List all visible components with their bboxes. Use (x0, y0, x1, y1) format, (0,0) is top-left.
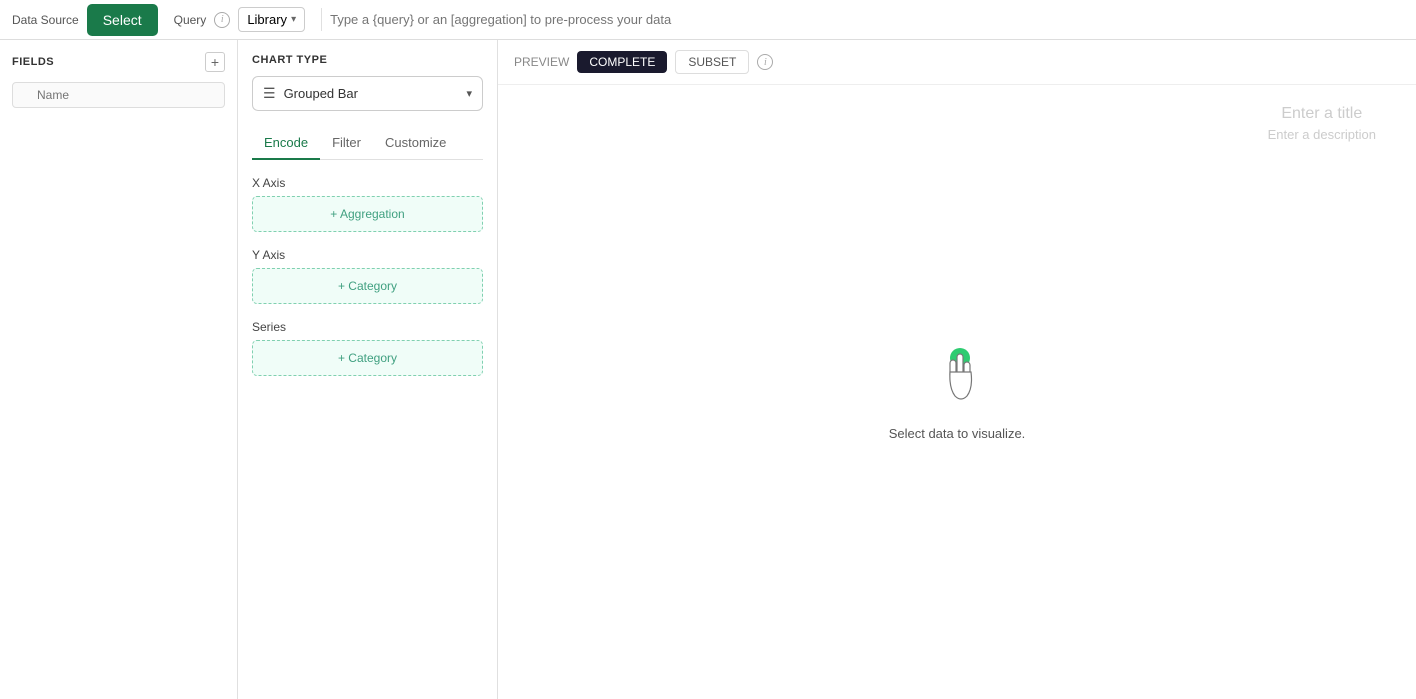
hand-cursor-icon (927, 344, 987, 414)
chart-title[interactable]: Enter a title (1268, 105, 1376, 123)
add-field-button[interactable]: + (205, 52, 225, 72)
main-layout: FIELDS + CHART TYPE ☰ Grouped Bar ▾ Enco… (0, 40, 1416, 699)
query-info-icon: i (214, 12, 230, 28)
library-label: Library (247, 12, 287, 27)
encode-tabs: Encode Filter Customize (252, 127, 483, 160)
y-axis-section: Y Axis + Category (252, 248, 483, 304)
query-input-section (321, 8, 1404, 31)
x-axis-section: X Axis + Aggregation (252, 176, 483, 232)
series-section: Series + Category (252, 320, 483, 376)
complete-button[interactable]: COMPLETE (577, 51, 667, 73)
select-button[interactable]: Select (87, 4, 158, 36)
preview-info-icon: i (757, 54, 773, 70)
preview-header: PREVIEW COMPLETE SUBSET i (498, 40, 1416, 85)
x-axis-label: X Axis (252, 176, 483, 190)
y-axis-label: Y Axis (252, 248, 483, 262)
chart-type-name: Grouped Bar (284, 86, 459, 101)
chart-description[interactable]: Enter a description (1268, 127, 1376, 142)
preview-content: Enter a title Enter a description (498, 85, 1416, 699)
y-axis-drop-zone[interactable]: + Category (252, 268, 483, 304)
series-label: Series (252, 320, 483, 334)
chart-type-chevron-icon: ▾ (466, 87, 472, 100)
grouped-bar-icon: ☰ (263, 85, 276, 102)
preview-panel: PREVIEW COMPLETE SUBSET i Enter a title … (498, 40, 1416, 699)
fields-panel: FIELDS + (0, 40, 238, 699)
select-data-area: Select data to visualize. (889, 344, 1026, 441)
query-section: Query i Library ▾ (174, 7, 305, 32)
chart-type-selector[interactable]: ☰ Grouped Bar ▾ (252, 76, 483, 111)
data-source-section: Data Source Select (12, 4, 158, 36)
tab-encode[interactable]: Encode (252, 127, 320, 160)
library-chevron-icon: ▾ (291, 14, 296, 25)
select-data-text: Select data to visualize. (889, 426, 1026, 441)
query-input[interactable] (322, 8, 1404, 31)
fields-search-input[interactable] (12, 82, 225, 108)
data-source-label: Data Source (12, 13, 79, 27)
library-button[interactable]: Library ▾ (238, 7, 305, 32)
chart-panel: CHART TYPE ☰ Grouped Bar ▾ Encode Filter… (238, 40, 498, 699)
series-drop-zone[interactable]: + Category (252, 340, 483, 376)
subset-button[interactable]: SUBSET (675, 50, 749, 74)
fields-title: FIELDS (12, 56, 54, 68)
top-bar: Data Source Select Query i Library ▾ (0, 0, 1416, 40)
chart-type-label: CHART TYPE (252, 54, 483, 66)
query-label: Query (174, 13, 207, 27)
chart-title-area: Enter a title Enter a description (1268, 105, 1376, 142)
tab-customize[interactable]: Customize (373, 127, 458, 160)
fields-header: FIELDS + (12, 52, 225, 72)
tab-filter[interactable]: Filter (320, 127, 373, 160)
x-axis-drop-zone[interactable]: + Aggregation (252, 196, 483, 232)
fields-search-wrapper (12, 82, 225, 108)
preview-label: PREVIEW (514, 55, 569, 69)
